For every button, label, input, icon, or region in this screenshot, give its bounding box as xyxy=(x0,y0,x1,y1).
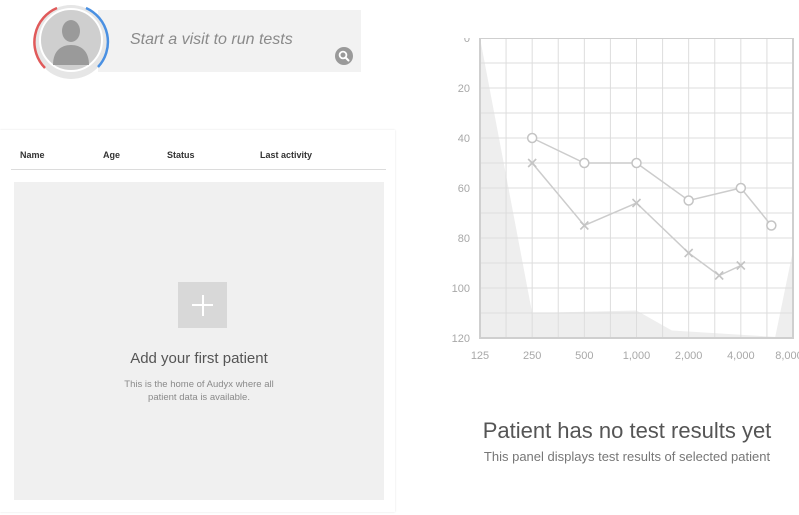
series-point-circle xyxy=(579,157,590,169)
y-tick-label: 20 xyxy=(458,83,470,95)
y-tick-label: 80 xyxy=(458,233,470,245)
y-tick-label: 40 xyxy=(458,133,470,145)
no-results-description: This panel displays test results of sele… xyxy=(483,449,771,464)
x-tick-label: 500 xyxy=(575,350,593,362)
x-tick-label: 1,000 xyxy=(623,350,651,362)
series-point-circle xyxy=(683,195,694,206)
column-header-last-activity[interactable]: Last activity xyxy=(260,150,312,160)
search-icon[interactable] xyxy=(335,47,353,65)
column-header-status[interactable]: Status xyxy=(167,150,195,160)
empty-patients-area: Add your first patient This is the home … xyxy=(14,182,384,500)
no-results-title: Patient has no test results yet xyxy=(482,418,772,443)
x-tick-label: 4,000 xyxy=(727,350,755,362)
avatar[interactable] xyxy=(32,3,110,81)
column-header-age[interactable]: Age xyxy=(103,150,120,160)
series-point-circle xyxy=(735,182,747,194)
header-divider xyxy=(11,169,386,170)
series-point-circle xyxy=(766,220,777,231)
series-point-circle xyxy=(526,132,538,144)
series-point-circle xyxy=(631,157,642,169)
y-tick-label: 120 xyxy=(452,333,470,345)
x-tick-label: 2,000 xyxy=(675,350,703,362)
x-tick-label: 250 xyxy=(523,350,541,362)
patients-panel: Name Age Status Last activity Add your f… xyxy=(0,130,395,512)
y-tick-label: 60 xyxy=(458,183,470,195)
column-header-name[interactable]: Name xyxy=(20,150,45,160)
start-visit-placeholder: Start a visit to run tests xyxy=(130,31,293,48)
empty-description: This is the home of Audyx where all pati… xyxy=(124,379,274,403)
y-tick-label: 0 xyxy=(464,38,470,45)
empty-title: Add your first patient xyxy=(130,350,268,367)
audiogram-chart: 0 20 40 60 80 100 120125 250 500 1,000 2,000 4,000 8… xyxy=(452,38,799,362)
x-tick-label: 125 xyxy=(471,350,489,362)
y-tick-label: 100 xyxy=(452,283,470,295)
add-patient-button[interactable] xyxy=(178,282,227,328)
x-tick-label: 8,000 xyxy=(775,350,799,362)
